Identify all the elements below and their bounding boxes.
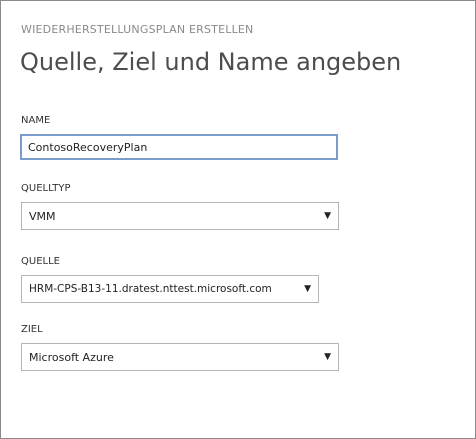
chevron-down-icon: ▼	[324, 211, 331, 221]
name-input[interactable]	[20, 134, 338, 160]
page-title: Quelle, Ziel und Name angeben	[20, 48, 402, 76]
chevron-down-icon: ▼	[304, 284, 311, 294]
chevron-down-icon: ▼	[324, 352, 331, 362]
target-select[interactable]: Microsoft Azure ▼	[21, 343, 339, 371]
source-select[interactable]: HRM-CPS-B13-11.dratest.nttest.microsoft.…	[21, 275, 319, 303]
source-type-value: VMM	[29, 210, 56, 223]
source-type-select[interactable]: VMM ▼	[21, 202, 339, 230]
target-value: Microsoft Azure	[29, 351, 114, 364]
target-label: ZIEL	[21, 324, 43, 335]
source-label: QUELLE	[21, 256, 60, 267]
create-recovery-plan-dialog: WIEDERHERSTELLUNGSPLAN ERSTELLEN Quelle,…	[0, 0, 476, 439]
source-type-label: QUELLTYP	[21, 183, 71, 194]
dialog-subtitle: WIEDERHERSTELLUNGSPLAN ERSTELLEN	[21, 23, 254, 36]
name-label: NAME	[21, 115, 51, 126]
source-value: HRM-CPS-B13-11.dratest.nttest.microsoft.…	[29, 283, 272, 295]
